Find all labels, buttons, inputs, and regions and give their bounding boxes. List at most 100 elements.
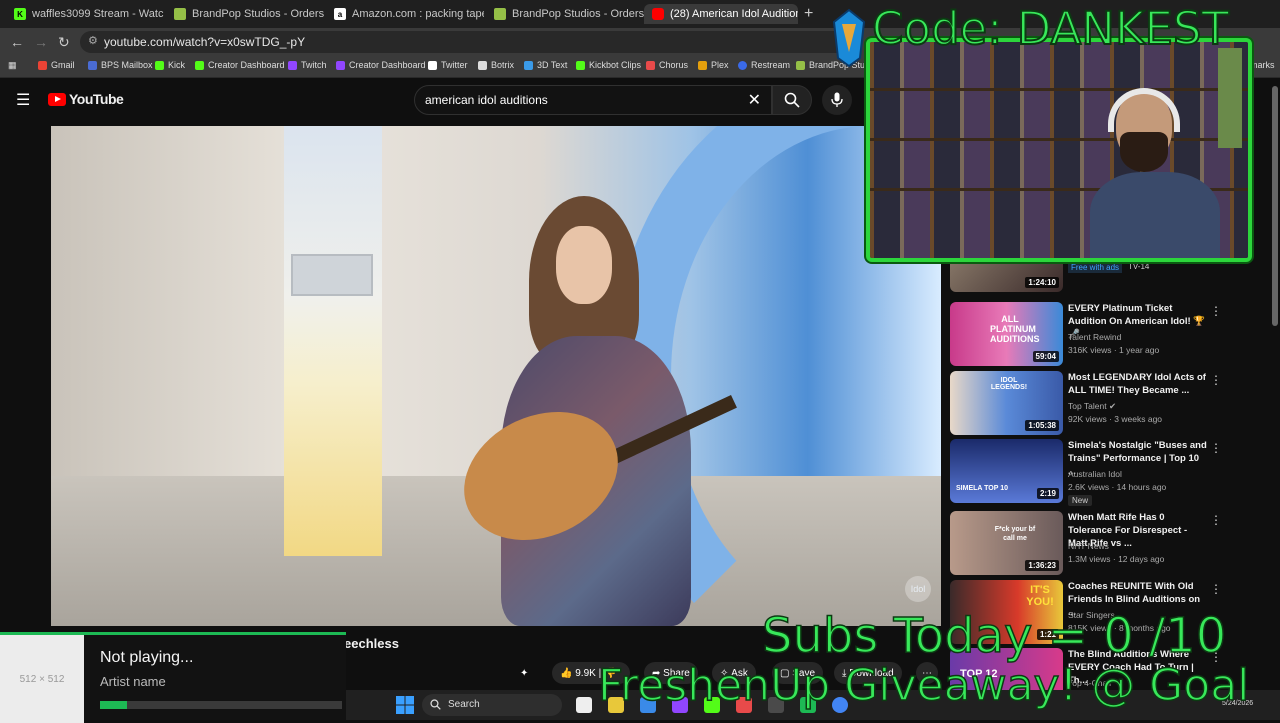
windows-start-icon[interactable] [396, 696, 414, 714]
more-options-icon[interactable]: ⋮ [1210, 582, 1222, 596]
menu-icon[interactable]: ☰ [16, 90, 30, 110]
search-button[interactable] [772, 85, 812, 115]
bookmark-label: Twitter [441, 60, 468, 70]
amazon-icon: a [334, 8, 346, 20]
bookmark-creator-dashboard[interactable]: Creator Dashboard [195, 60, 285, 70]
video-duration: 1:24:10 [1025, 277, 1059, 288]
video-title: eechless [344, 636, 399, 651]
gmail-icon [38, 60, 47, 70]
bookmark-kickbot-clips[interactable]: Kickbot Clips [576, 60, 641, 70]
more-options-icon[interactable]: ⋮ [1210, 441, 1222, 455]
tab-brandpop-orders-2[interactable]: BrandPop Studios - Orders - #1 ✕ [486, 4, 644, 24]
channel-name[interactable]: Top Talent ✔ [1068, 401, 1116, 412]
task-view-icon[interactable] [576, 697, 592, 713]
bookmark-label: BPS Mailbox [101, 60, 153, 70]
url-field[interactable]: ⚙ youtube.com/watch?v=x0swTDG_-pY [80, 31, 860, 53]
channel-name[interactable]: NHT News [1068, 541, 1109, 551]
streamer-logo-icon [832, 8, 866, 68]
tab-amazon[interactable]: a Amazon.com : packing tape ✕ [326, 4, 484, 24]
bookmark-botrix[interactable]: Botrix [478, 60, 514, 70]
streamer-shirt [1090, 172, 1220, 258]
more-options-icon[interactable]: ⋮ [1210, 304, 1222, 318]
video-thumbnail[interactable]: F*ck your bf call me 1:36:23 [950, 511, 1063, 575]
video-thumbnail[interactable]: IDOL LEGENDS! 1:05:38 [950, 371, 1063, 435]
all-bookmarks[interactable]: marks [1250, 60, 1275, 70]
search-input[interactable]: american idol auditions ✕ [414, 85, 772, 115]
track-progress-bar [100, 701, 342, 709]
bookmark-label: Kickbot Clips [589, 60, 642, 70]
thumbnail-text: IT'S YOU! [1026, 584, 1054, 608]
like-count: 9.9K [575, 667, 596, 679]
bookmark-3d-text[interactable]: 3D Text [524, 60, 567, 70]
video-performer [443, 186, 737, 626]
restream-icon [738, 60, 747, 70]
video-thumbnail[interactable]: ALL PLATINUM AUDITIONS 59:04 [950, 302, 1063, 366]
twitch-icon [288, 60, 297, 70]
tab-label: Amazon.com : packing tape [352, 8, 484, 20]
channel-name[interactable]: Australian Idol [1068, 469, 1122, 479]
video-thumbnail[interactable]: SIMELA TOP 10 2:19 [950, 439, 1063, 503]
bookmark-label: 3D Text [537, 60, 568, 70]
mute-icon[interactable]: 🔇 [163, 7, 164, 21]
kick-icon: K [14, 8, 26, 20]
taskbar-search-label: Search [448, 699, 480, 710]
back-icon[interactable]: ← [10, 34, 24, 50]
reload-icon[interactable]: ↻ [58, 34, 70, 51]
free-with-ads-badge: Free with ads [1068, 262, 1123, 273]
search-icon [784, 92, 800, 108]
ai-sparkle-icon[interactable]: ✦ [520, 662, 528, 684]
kick-icon [195, 60, 204, 70]
streamer [1090, 88, 1220, 258]
voice-search-button[interactable] [822, 85, 852, 115]
bookmark-label: Gmail [51, 60, 75, 70]
recommendation-item[interactable]: ALL PLATINUM AUDITIONS 59:04 EVERY Plati… [950, 302, 1240, 366]
video-meta: 92K views · 3 weeks ago [1068, 414, 1163, 424]
kick-icon [155, 60, 164, 70]
kick-icon [576, 60, 585, 70]
channel-watermark[interactable]: Idol [905, 576, 931, 602]
new-tab-button[interactable]: + [804, 5, 813, 23]
bookmark-twitch[interactable]: Twitch [288, 60, 327, 70]
tab-youtube-active[interactable]: (28) American Idol Audition 🔊 ✕ [644, 4, 798, 24]
bookmark-creator-dashboard-twitch[interactable]: Creator Dashboard [336, 60, 426, 70]
video-title[interactable]: Most LEGENDARY Idol Acts of ALL TIME! Th… [1068, 371, 1208, 397]
taskbar-search[interactable]: Search [422, 694, 562, 716]
bookmark-bps-mailbox[interactable]: BPS Mailbox [88, 60, 153, 70]
bookmark-kick[interactable]: Kick [155, 60, 185, 70]
bookmark-label: Botrix [491, 60, 515, 70]
recommendation-item[interactable]: SIMELA TOP 10 2:19 Simela's Nostalgic "B… [950, 439, 1240, 506]
shopify-icon [494, 8, 506, 20]
page-scrollbar[interactable] [1272, 86, 1278, 326]
bookmark-label: Creator Dashboard [349, 60, 426, 70]
apps-icon[interactable]: ▦ [8, 60, 17, 71]
shopify-icon [796, 60, 805, 70]
video-player[interactable]: Idol [51, 126, 941, 626]
video-duration: 59:04 [1032, 351, 1059, 362]
bookmark-twitter[interactable]: Twitter [428, 60, 468, 70]
youtube-logo[interactable]: YouTube [48, 91, 124, 107]
new-badge: New [1068, 495, 1093, 506]
thumbnail-text: ALL PLATINUM AUDITIONS [990, 314, 1040, 344]
site-info-icon[interactable]: ⚙ [88, 34, 98, 47]
more-options-icon[interactable]: ⋮ [1210, 513, 1222, 527]
video-meta: 1.3M views · 12 days ago [1068, 554, 1165, 564]
video-duration: 1:05:38 [1025, 420, 1059, 431]
bps-icon [88, 60, 97, 70]
recommendation-item[interactable]: F*ck your bf call me 1:36:23 When Matt R… [950, 511, 1240, 575]
clear-search-icon[interactable]: ✕ [748, 90, 761, 110]
bookmark-plex[interactable]: Plex [698, 60, 729, 70]
channel-name[interactable]: Talent Rewind [1068, 332, 1121, 342]
youtube-wordmark: YouTube [69, 91, 124, 107]
x-icon [428, 60, 437, 70]
bookmark-restream[interactable]: Restream [738, 60, 790, 70]
rating-badge: TV-14 [1128, 262, 1150, 271]
bookmark-chorus[interactable]: Chorus [646, 60, 688, 70]
more-options-icon[interactable]: ⋮ [1210, 373, 1222, 387]
forward-icon[interactable]: → [34, 34, 48, 50]
tab-kick-stream[interactable]: K waffles3099 Stream - Watc 🔇 ✕ [6, 4, 164, 24]
recommendation-item[interactable]: IDOL LEGENDS! 1:05:38 Most LEGENDARY Ido… [950, 371, 1240, 435]
bookmark-gmail[interactable]: Gmail [38, 60, 75, 70]
window [1218, 48, 1242, 148]
performer-face [556, 226, 612, 304]
tab-brandpop-orders[interactable]: BrandPop Studios - Orders - #1 ✕ [166, 4, 324, 24]
